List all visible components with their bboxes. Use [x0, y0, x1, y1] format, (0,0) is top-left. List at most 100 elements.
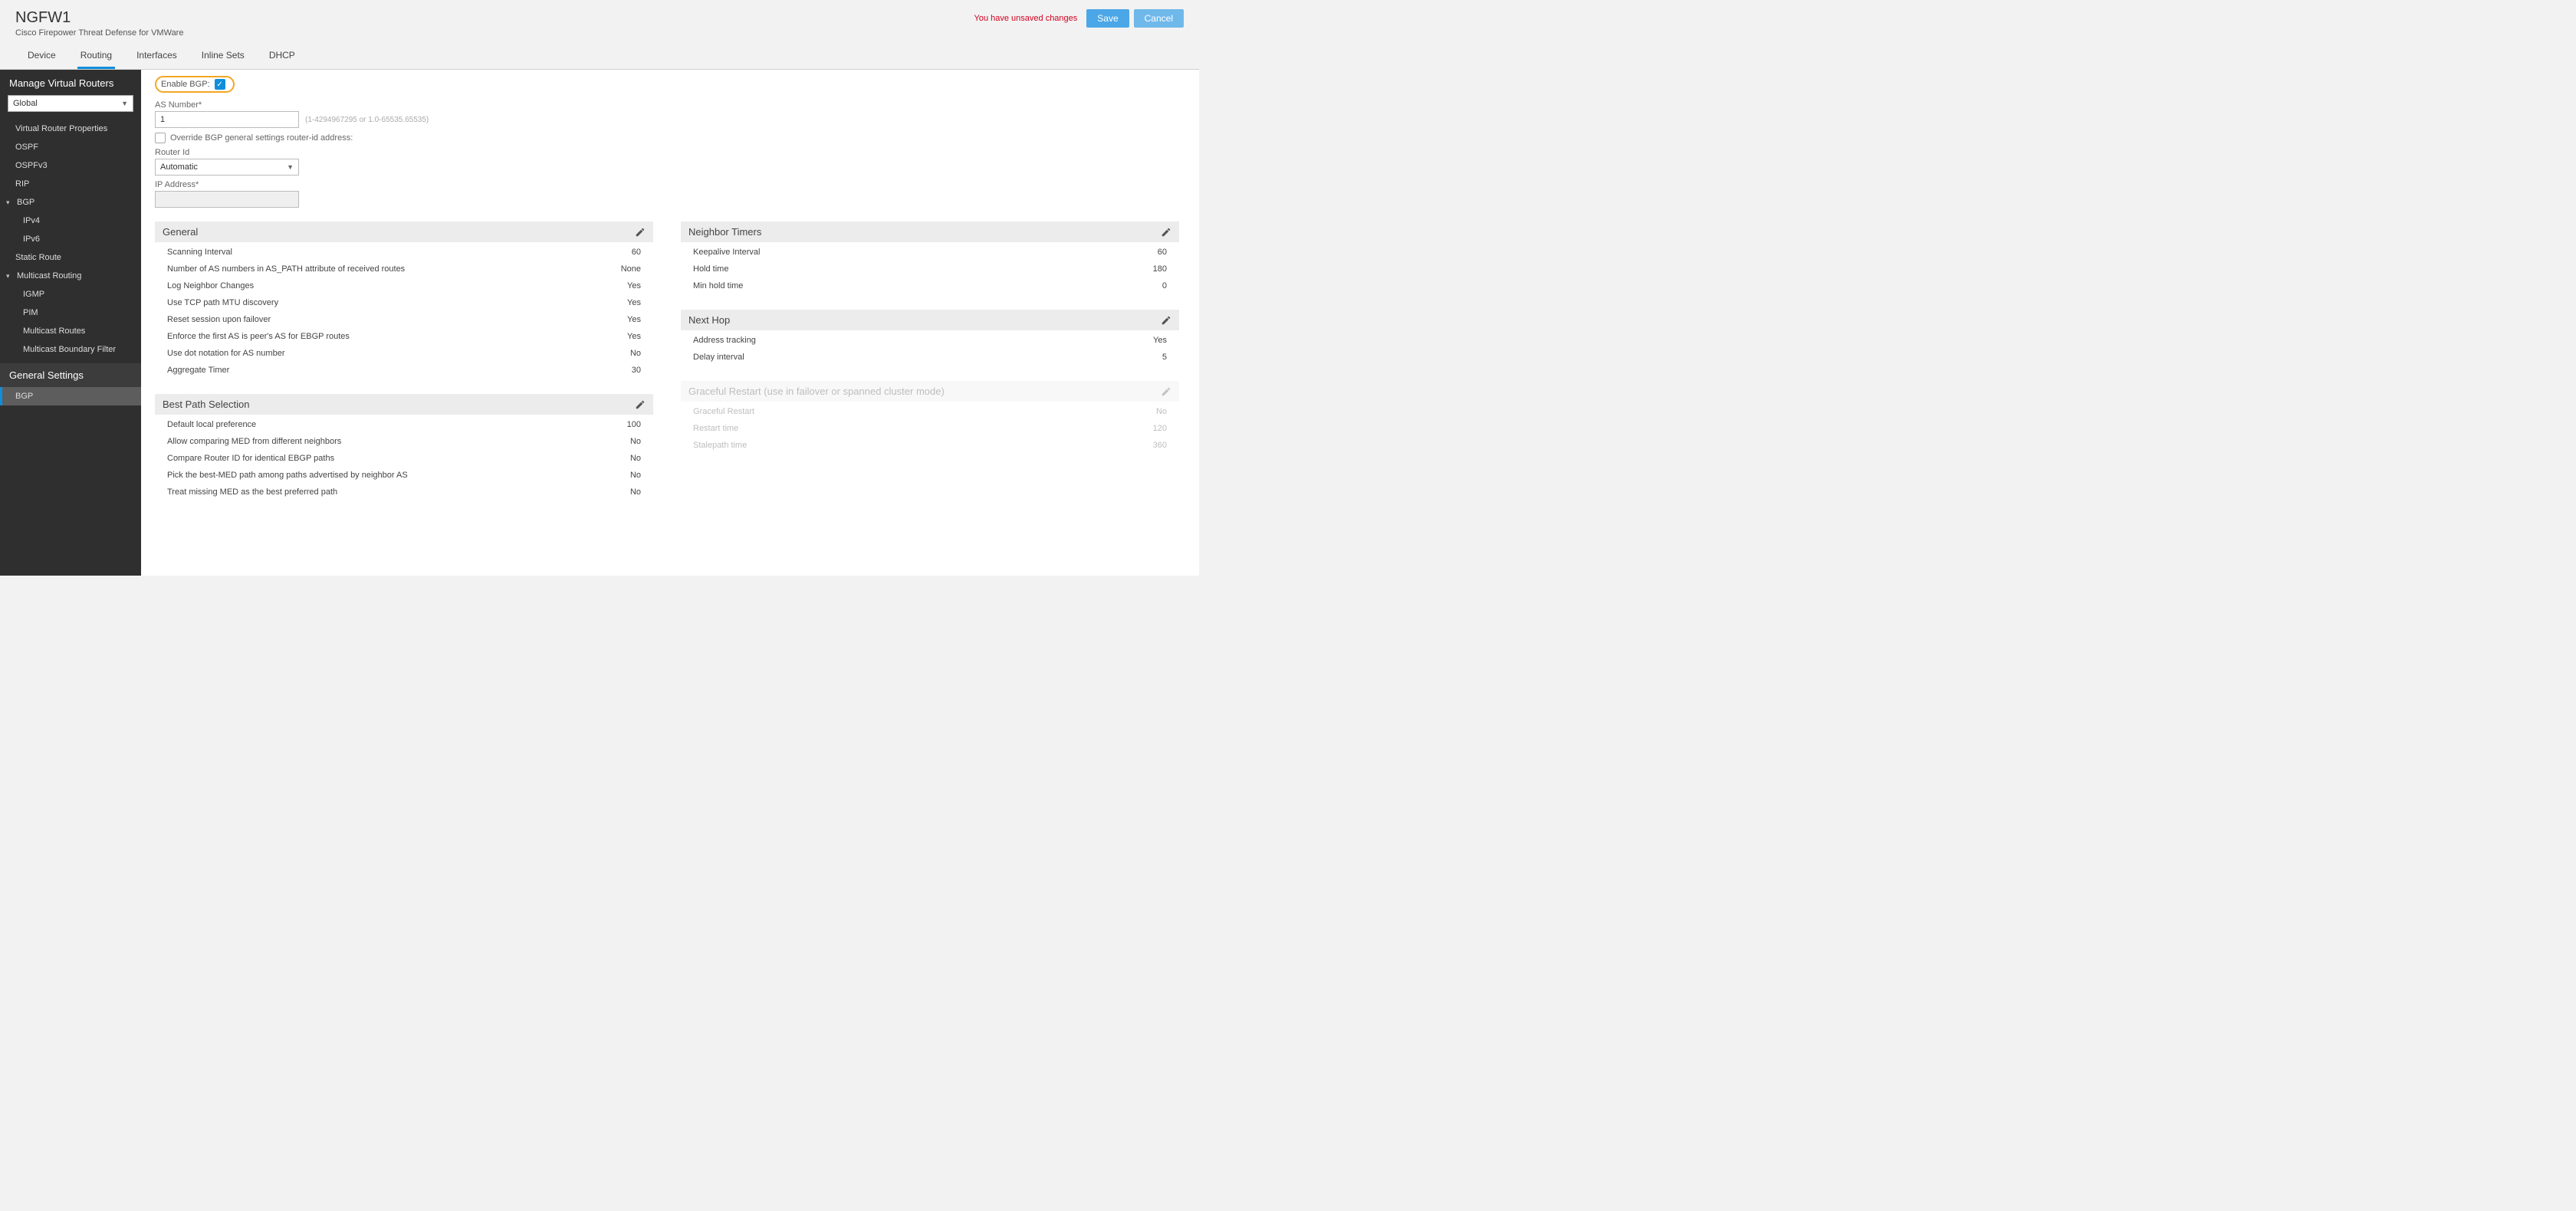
kv-row: Scanning Interval 60	[155, 244, 653, 261]
sidebar-item-static-route[interactable]: Static Route	[0, 248, 141, 267]
kv-row: Delay interval5	[681, 349, 1179, 366]
sidebar-item-bgp[interactable]: BGP	[0, 193, 141, 212]
device-subtitle: Cisco Firepower Threat Defense for VMWar…	[15, 28, 183, 38]
tab-interfaces[interactable]: Interfaces	[133, 45, 180, 69]
kv-value: No	[630, 487, 641, 497]
sidebar-item-ipv6[interactable]: IPv6	[0, 230, 141, 248]
panel-general: General Scanning Interval60 Number of AS…	[155, 222, 653, 380]
panel-next-hop-header: Next Hop	[681, 310, 1179, 330]
content-area: Enable BGP: ✓ AS Number* (1-4294967295 o…	[141, 70, 1199, 576]
sidebar-item-rip[interactable]: RIP	[0, 175, 141, 193]
edit-neighbor-timers-icon[interactable]	[1161, 227, 1171, 238]
panel-best-path-header: Best Path Selection	[155, 394, 653, 415]
sidebar-item-pim[interactable]: PIM	[0, 304, 141, 322]
kv-value: None	[621, 264, 641, 274]
sidebar-item-multicast-boundary[interactable]: Multicast Boundary Filter	[0, 340, 141, 359]
kv-value: 5	[1162, 353, 1167, 362]
kv-key: Use dot notation for AS number	[167, 349, 284, 358]
kv-key: Log Neighbor Changes	[167, 281, 254, 290]
kv-row: Aggregate Timer30	[155, 362, 653, 379]
panel-next-hop-title: Next Hop	[688, 314, 730, 326]
sidebar-item-multicast-label: Multicast Routing	[17, 271, 81, 281]
override-label: Override BGP general settings router-id …	[170, 133, 353, 143]
kv-value: Yes	[627, 281, 641, 290]
sidebar-item-general-bgp[interactable]: BGP	[0, 387, 141, 405]
panel-next-hop: Next Hop Address trackingYes Delay inter…	[681, 310, 1179, 367]
kv-key: Scanning Interval	[167, 248, 232, 257]
kv-key: Hold time	[693, 264, 728, 274]
tab-inline-sets[interactable]: Inline Sets	[199, 45, 248, 69]
kv-row: Pick the best-MED path among paths adver…	[155, 467, 653, 484]
panel-column-left: General Scanning Interval60 Number of AS…	[155, 222, 653, 516]
override-checkbox[interactable]	[155, 133, 166, 143]
as-number-input[interactable]	[155, 111, 299, 128]
kv-key: Pick the best-MED path among paths adver…	[167, 471, 408, 480]
kv-value: 60	[632, 248, 641, 257]
edit-general-icon[interactable]	[635, 227, 646, 238]
tab-routing[interactable]: Routing	[77, 45, 115, 69]
cancel-button[interactable]: Cancel	[1134, 9, 1184, 28]
sidebar-item-vr-properties[interactable]: Virtual Router Properties	[0, 120, 141, 138]
as-number-hint: (1-4294967295 or 1.0-65535.65535)	[305, 116, 429, 124]
edit-next-hop-icon[interactable]	[1161, 315, 1171, 326]
kv-value: 360	[1153, 441, 1167, 450]
kv-value: No	[1156, 407, 1167, 416]
edit-graceful-restart-icon	[1161, 386, 1171, 397]
kv-value: 30	[632, 366, 641, 375]
kv-value: Yes	[627, 298, 641, 307]
sidebar-item-multicast-routing[interactable]: Multicast Routing	[0, 267, 141, 285]
sidebar-item-igmp[interactable]: IGMP	[0, 285, 141, 304]
kv-row: Keepalive Interval60	[681, 244, 1179, 261]
chevron-down-icon: ▼	[287, 163, 294, 171]
router-id-select[interactable]: Automatic ▼	[155, 159, 299, 176]
panel-best-path-title: Best Path Selection	[163, 399, 249, 410]
panel-graceful-restart-list: Graceful RestartNo Restart time120 Stale…	[681, 402, 1179, 455]
kv-value: 180	[1153, 264, 1167, 274]
kv-value: No	[630, 349, 641, 358]
sidebar-general-settings-header: General Settings	[0, 363, 141, 387]
edit-best-path-icon[interactable]	[635, 399, 646, 410]
enable-bgp-checkbox[interactable]: ✓	[215, 79, 225, 90]
panel-best-path-list: Default local preference100 Allow compar…	[155, 415, 653, 502]
tab-device[interactable]: Device	[25, 45, 59, 69]
kv-key: Graceful Restart	[693, 407, 754, 416]
kv-value: No	[630, 454, 641, 463]
kv-row: Restart time120	[681, 420, 1179, 437]
kv-row: Use TCP path MTU discovery Yes	[155, 294, 653, 311]
kv-row: Use dot notation for AS number No	[155, 345, 653, 362]
sidebar: Manage Virtual Routers Global ▼ Virtual …	[0, 70, 141, 576]
kv-row: Log Neighbor Changes Yes	[155, 277, 653, 294]
sidebar-item-ospf[interactable]: OSPF	[0, 138, 141, 156]
kv-key: Reset session upon failover	[167, 315, 271, 324]
kv-key: Use TCP path MTU discovery	[167, 298, 278, 307]
kv-key: Compare Router ID for identical EBGP pat…	[167, 454, 334, 463]
kv-key: Enforce the first AS is peer's AS for EB…	[167, 332, 350, 341]
sidebar-item-ipv4[interactable]: IPv4	[0, 212, 141, 230]
sidebar-item-ospfv3[interactable]: OSPFv3	[0, 156, 141, 175]
kv-key: Keepalive Interval	[693, 248, 760, 257]
router-id-label: Router Id	[155, 148, 1181, 157]
unsaved-changes-text: You have unsaved changes	[974, 14, 1078, 23]
page-header: NGFW1 Cisco Firepower Threat Defense for…	[0, 0, 1199, 70]
header-tabs: Device Routing Interfaces Inline Sets DH…	[15, 45, 1184, 69]
panel-general-list: Scanning Interval60 Number of AS numbers…	[155, 242, 653, 380]
save-button[interactable]: Save	[1086, 9, 1129, 28]
kv-row: Compare Router ID for identical EBGP pat…	[155, 450, 653, 467]
kv-key: Restart time	[693, 424, 738, 433]
kv-row: Enforce the first AS is peer's AS for EB…	[155, 328, 653, 345]
sidebar-item-multicast-routes[interactable]: Multicast Routes	[0, 322, 141, 340]
kv-row: Reset session upon failoverYes	[155, 311, 653, 328]
panel-columns: General Scanning Interval60 Number of AS…	[155, 222, 1181, 516]
kv-row: Default local preference100	[155, 416, 653, 433]
kv-key: Allow comparing MED from different neigh…	[167, 437, 341, 446]
header-actions: You have unsaved changes Save Cancel	[974, 9, 1184, 28]
tab-dhcp[interactable]: DHCP	[266, 45, 298, 69]
kv-value: 0	[1162, 281, 1167, 290]
device-title: NGFW1	[15, 9, 183, 27]
enable-bgp-highlight: Enable BGP: ✓	[155, 76, 235, 93]
kv-key: Default local preference	[167, 420, 256, 429]
kv-key: Min hold time	[693, 281, 743, 290]
panel-graceful-restart-title: Graceful Restart (use in failover or spa…	[688, 386, 945, 397]
panel-best-path: Best Path Selection Default local prefer…	[155, 394, 653, 502]
virtual-router-select[interactable]: Global ▼	[8, 95, 133, 112]
